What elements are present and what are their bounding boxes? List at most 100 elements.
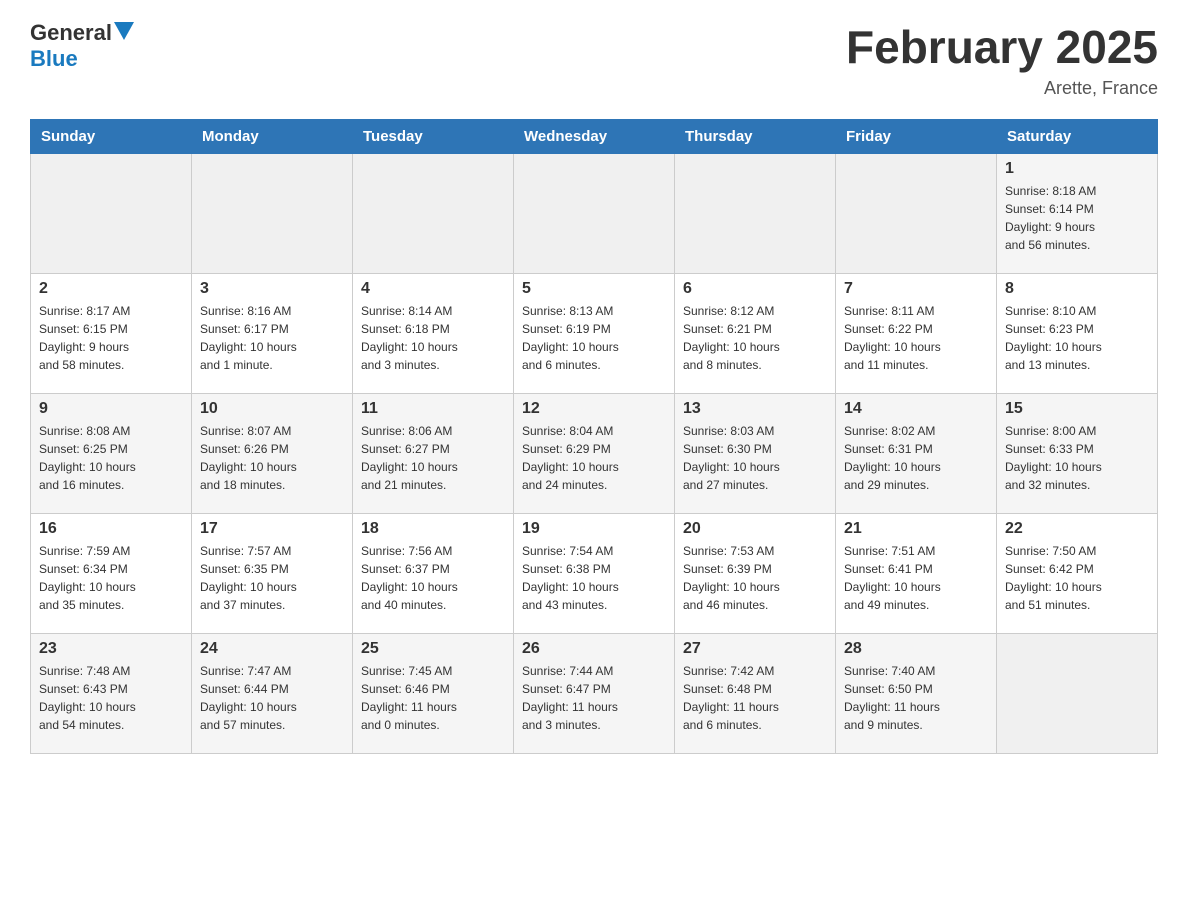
day-number: 20 xyxy=(683,520,827,538)
calendar-cell: 10 Sunrise: 8:07 AM Sunset: 6:26 PM Dayli… xyxy=(192,394,353,514)
calendar-cell: 15 Sunrise: 8:00 AM Sunset: 6:33 PM Dayli… xyxy=(997,394,1158,514)
location: Arette, France xyxy=(846,78,1158,99)
weekday-header-wednesday: Wednesday xyxy=(514,120,675,154)
weekday-header-row: SundayMondayTuesdayWednesdayThursdayFrid… xyxy=(31,120,1158,154)
day-number: 5 xyxy=(522,280,666,298)
calendar-cell: 18 Sunrise: 7:56 AM Sunset: 6:37 PM Dayli… xyxy=(353,514,514,634)
day-info: Sunrise: 7:50 AM Sunset: 6:42 PM Dayligh… xyxy=(1005,542,1149,614)
calendar-cell: 5 Sunrise: 8:13 AM Sunset: 6:19 PM Daylig… xyxy=(514,274,675,394)
day-info: Sunrise: 7:53 AM Sunset: 6:39 PM Dayligh… xyxy=(683,542,827,614)
calendar-week-row: 9 Sunrise: 8:08 AM Sunset: 6:25 PM Daylig… xyxy=(31,394,1158,514)
day-number: 10 xyxy=(200,400,344,418)
day-number: 3 xyxy=(200,280,344,298)
day-info: Sunrise: 8:17 AM Sunset: 6:15 PM Dayligh… xyxy=(39,302,183,374)
calendar-cell: 7 Sunrise: 8:11 AM Sunset: 6:22 PM Daylig… xyxy=(836,274,997,394)
calendar-cell xyxy=(514,154,675,274)
calendar-cell xyxy=(192,154,353,274)
day-number: 27 xyxy=(683,640,827,658)
calendar-cell xyxy=(997,634,1158,754)
day-number: 12 xyxy=(522,400,666,418)
day-info: Sunrise: 8:13 AM Sunset: 6:19 PM Dayligh… xyxy=(522,302,666,374)
page-header: General Blue February 2025 Arette, Franc… xyxy=(30,20,1158,99)
calendar-cell: 19 Sunrise: 7:54 AM Sunset: 6:38 PM Dayli… xyxy=(514,514,675,634)
calendar-cell: 6 Sunrise: 8:12 AM Sunset: 6:21 PM Daylig… xyxy=(675,274,836,394)
calendar-cell: 1Sunrise: 8:18 AM Sunset: 6:14 PM Daylig… xyxy=(997,154,1158,274)
calendar-cell: 26 Sunrise: 7:44 AM Sunset: 6:47 PM Dayli… xyxy=(514,634,675,754)
day-number: 24 xyxy=(200,640,344,658)
day-info: Sunrise: 8:10 AM Sunset: 6:23 PM Dayligh… xyxy=(1005,302,1149,374)
calendar-cell: 24 Sunrise: 7:47 AM Sunset: 6:44 PM Dayli… xyxy=(192,634,353,754)
day-number: 21 xyxy=(844,520,988,538)
day-number: 13 xyxy=(683,400,827,418)
calendar-week-row: 23 Sunrise: 7:48 AM Sunset: 6:43 PM Dayli… xyxy=(31,634,1158,754)
day-info: Sunrise: 7:40 AM Sunset: 6:50 PM Dayligh… xyxy=(844,662,988,734)
day-number: 17 xyxy=(200,520,344,538)
day-number: 9 xyxy=(39,400,183,418)
day-info: Sunrise: 8:14 AM Sunset: 6:18 PM Dayligh… xyxy=(361,302,505,374)
calendar-cell: 11Sunrise: 8:06 AM Sunset: 6:27 PM Dayli… xyxy=(353,394,514,514)
day-number: 7 xyxy=(844,280,988,298)
day-info: Sunrise: 8:00 AM Sunset: 6:33 PM Dayligh… xyxy=(1005,422,1149,494)
calendar-cell: 28Sunrise: 7:40 AM Sunset: 6:50 PM Dayli… xyxy=(836,634,997,754)
day-info: Sunrise: 7:57 AM Sunset: 6:35 PM Dayligh… xyxy=(200,542,344,614)
calendar-cell: 13 Sunrise: 8:03 AM Sunset: 6:30 PM Dayli… xyxy=(675,394,836,514)
calendar-cell: 4Sunrise: 8:14 AM Sunset: 6:18 PM Daylig… xyxy=(353,274,514,394)
day-number: 19 xyxy=(522,520,666,538)
calendar-cell: 22 Sunrise: 7:50 AM Sunset: 6:42 PM Dayli… xyxy=(997,514,1158,634)
calendar-cell: 14 Sunrise: 8:02 AM Sunset: 6:31 PM Dayli… xyxy=(836,394,997,514)
day-number: 15 xyxy=(1005,400,1149,418)
calendar-title: February 2025 xyxy=(846,20,1158,74)
day-number: 11 xyxy=(361,400,505,418)
calendar-cell: 27 Sunrise: 7:42 AM Sunset: 6:48 PM Dayli… xyxy=(675,634,836,754)
day-info: Sunrise: 8:18 AM Sunset: 6:14 PM Dayligh… xyxy=(1005,182,1149,254)
day-info: Sunrise: 8:11 AM Sunset: 6:22 PM Dayligh… xyxy=(844,302,988,374)
calendar-week-row: 1Sunrise: 8:18 AM Sunset: 6:14 PM Daylig… xyxy=(31,154,1158,274)
calendar-cell: 21 Sunrise: 7:51 AM Sunset: 6:41 PM Dayli… xyxy=(836,514,997,634)
day-info: Sunrise: 8:03 AM Sunset: 6:30 PM Dayligh… xyxy=(683,422,827,494)
day-number: 18 xyxy=(361,520,505,538)
day-info: Sunrise: 7:45 AM Sunset: 6:46 PM Dayligh… xyxy=(361,662,505,734)
calendar-cell xyxy=(353,154,514,274)
day-number: 8 xyxy=(1005,280,1149,298)
day-number: 14 xyxy=(844,400,988,418)
calendar-cell xyxy=(675,154,836,274)
weekday-header-monday: Monday xyxy=(192,120,353,154)
calendar-cell: 16Sunrise: 7:59 AM Sunset: 6:34 PM Dayli… xyxy=(31,514,192,634)
day-info: Sunrise: 7:56 AM Sunset: 6:37 PM Dayligh… xyxy=(361,542,505,614)
calendar-cell: 23 Sunrise: 7:48 AM Sunset: 6:43 PM Dayli… xyxy=(31,634,192,754)
day-info: Sunrise: 7:47 AM Sunset: 6:44 PM Dayligh… xyxy=(200,662,344,734)
day-info: Sunrise: 7:51 AM Sunset: 6:41 PM Dayligh… xyxy=(844,542,988,614)
day-info: Sunrise: 8:12 AM Sunset: 6:21 PM Dayligh… xyxy=(683,302,827,374)
calendar-cell: 12 Sunrise: 8:04 AM Sunset: 6:29 PM Dayli… xyxy=(514,394,675,514)
day-number: 2 xyxy=(39,280,183,298)
day-info: Sunrise: 7:44 AM Sunset: 6:47 PM Dayligh… xyxy=(522,662,666,734)
day-info: Sunrise: 7:42 AM Sunset: 6:48 PM Dayligh… xyxy=(683,662,827,734)
weekday-header-saturday: Saturday xyxy=(997,120,1158,154)
day-number: 26 xyxy=(522,640,666,658)
day-info: Sunrise: 8:04 AM Sunset: 6:29 PM Dayligh… xyxy=(522,422,666,494)
day-number: 22 xyxy=(1005,520,1149,538)
calendar-cell: 8 Sunrise: 8:10 AM Sunset: 6:23 PM Daylig… xyxy=(997,274,1158,394)
day-info: Sunrise: 7:48 AM Sunset: 6:43 PM Dayligh… xyxy=(39,662,183,734)
calendar-cell: 25Sunrise: 7:45 AM Sunset: 6:46 PM Dayli… xyxy=(353,634,514,754)
calendar-cell: 9 Sunrise: 8:08 AM Sunset: 6:25 PM Daylig… xyxy=(31,394,192,514)
day-info: Sunrise: 8:02 AM Sunset: 6:31 PM Dayligh… xyxy=(844,422,988,494)
day-number: 23 xyxy=(39,640,183,658)
day-info: Sunrise: 7:59 AM Sunset: 6:34 PM Dayligh… xyxy=(39,542,183,614)
calendar-week-row: 16Sunrise: 7:59 AM Sunset: 6:34 PM Dayli… xyxy=(31,514,1158,634)
weekday-header-sunday: Sunday xyxy=(31,120,192,154)
calendar-cell: 2 Sunrise: 8:17 AM Sunset: 6:15 PM Daylig… xyxy=(31,274,192,394)
weekday-header-friday: Friday xyxy=(836,120,997,154)
calendar-cell xyxy=(836,154,997,274)
logo-general-text: General xyxy=(30,20,112,46)
logo-triangle-icon xyxy=(114,22,134,40)
day-info: Sunrise: 8:08 AM Sunset: 6:25 PM Dayligh… xyxy=(39,422,183,494)
day-info: Sunrise: 8:07 AM Sunset: 6:26 PM Dayligh… xyxy=(200,422,344,494)
day-number: 6 xyxy=(683,280,827,298)
weekday-header-tuesday: Tuesday xyxy=(353,120,514,154)
calendar-cell xyxy=(31,154,192,274)
logo: General Blue xyxy=(30,20,134,72)
day-info: Sunrise: 7:54 AM Sunset: 6:38 PM Dayligh… xyxy=(522,542,666,614)
day-info: Sunrise: 8:16 AM Sunset: 6:17 PM Dayligh… xyxy=(200,302,344,374)
calendar-week-row: 2 Sunrise: 8:17 AM Sunset: 6:15 PM Daylig… xyxy=(31,274,1158,394)
